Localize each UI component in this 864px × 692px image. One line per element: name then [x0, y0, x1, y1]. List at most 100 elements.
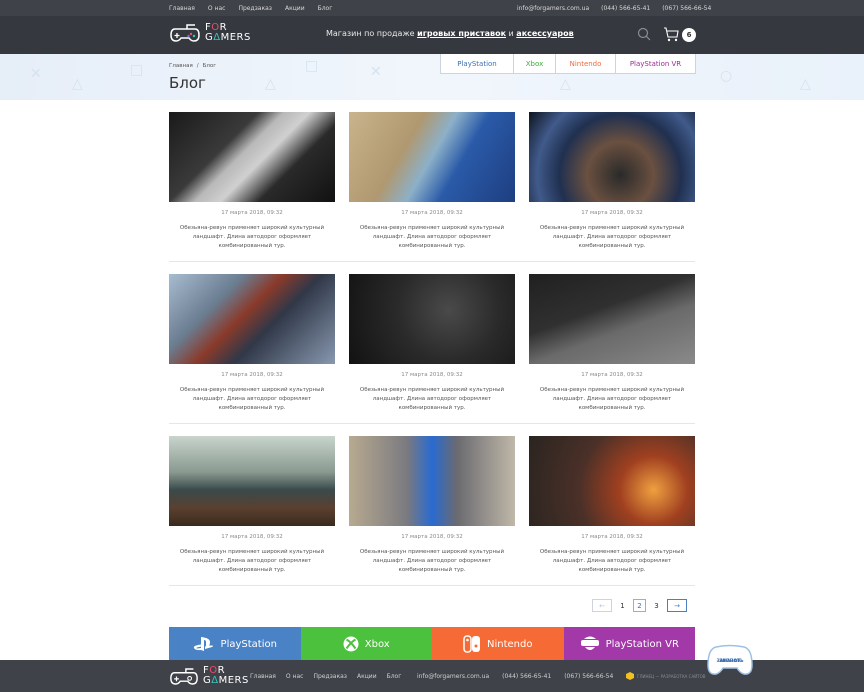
footer-logo-line-2: GΔMERS [203, 675, 249, 686]
brand-nintendo[interactable]: Nintendo [432, 627, 564, 661]
page: Главная О нас Предзаказ Акции Блог info@… [0, 0, 864, 692]
blog-card-date: 17 марта 2018, 09:32 [401, 534, 463, 540]
blog-card-excerpt[interactable]: Обезьяна-ревун применяет широкий культур… [169, 386, 335, 413]
square-deco-icon: □ [305, 58, 319, 74]
breadcrumb-separator: / [196, 63, 199, 69]
tab-playstation-vr[interactable]: PlayStation VR [615, 54, 695, 73]
brand-playstation-label: PlayStation [220, 638, 277, 650]
blog-card-image-ps4-console[interactable] [529, 274, 695, 364]
tab-nintendo[interactable]: Nintendo [555, 54, 615, 73]
cross-deco-icon: ✕ [370, 64, 382, 80]
blog-card-excerpt[interactable]: Обезьяна-ревун применяет широкий культур… [169, 548, 335, 575]
footer-nav-home[interactable]: Главная [250, 673, 276, 680]
pagination-page-3[interactable]: 3 [650, 599, 663, 612]
brand-nintendo-label: Nintendo [487, 638, 533, 650]
tagline-prefix: Магазин по продаже [326, 29, 418, 38]
blog-card[interactable]: 17 марта 2018, 09:32 Обезьяна-ревун приме… [529, 112, 695, 251]
blog-card[interactable]: 17 марта 2018, 09:32 Обезьяна-ревун приме… [529, 436, 695, 575]
brand-xbox[interactable]: Xbox [300, 627, 432, 661]
triangle-deco-icon: △ [800, 76, 811, 92]
blog-card[interactable]: 17 марта 2018, 09:32 Обезьяна-ревун приме… [169, 112, 335, 251]
blog-card-excerpt[interactable]: Обезьяна-ревун применяет широкий культур… [349, 224, 515, 251]
playstation-icon [193, 637, 213, 651]
tab-playstation[interactable]: PlayStation [441, 54, 513, 73]
footer-phone-2[interactable]: (067) 566-66-54 [564, 673, 613, 680]
blog-card-image-handheld-console[interactable] [169, 436, 335, 526]
pagination: ← 1 2 3 → [592, 599, 687, 612]
footer-nav-blog[interactable]: Блог [387, 673, 402, 680]
blog-card-excerpt[interactable]: Обезьяна-ревун применяет широкий культур… [349, 386, 515, 413]
brand-playstation-vr-label: PlayStation VR [605, 638, 679, 650]
footer-nav: Главная О нас Предзаказ Акции Блог [250, 660, 401, 692]
top-nav-sales[interactable]: Акции [285, 5, 305, 12]
blog-card-excerpt[interactable]: Обезьяна-ревун применяет широкий культур… [529, 224, 695, 251]
pagination-next[interactable]: → [667, 599, 687, 612]
blog-card[interactable]: 17 марта 2018, 09:32 Обезьяна-ревун приме… [529, 274, 695, 413]
breadcrumb: Главная / Блог [169, 63, 216, 69]
blog-card-date: 17 марта 2018, 09:32 [221, 372, 283, 378]
brand-playstation[interactable]: PlayStation [169, 627, 301, 661]
blog-card-image-man-playing-screens[interactable] [349, 112, 515, 202]
top-nav: Главная О нас Предзаказ Акции Блог [169, 0, 332, 16]
blog-card-date: 17 марта 2018, 09:32 [401, 210, 463, 216]
top-phone-2[interactable]: (067) 566-66-54 [662, 5, 711, 12]
developer-logo-icon [626, 672, 634, 680]
blog-card-date: 17 марта 2018, 09:32 [221, 534, 283, 540]
developer-credit[interactable]: ГЛИНЕЦ — РАЗРАБОТКА САЙТОВ [626, 660, 706, 692]
callback-line-2: ЗВОНОК [719, 659, 741, 664]
footer-phone-1[interactable]: (044) 566-65-41 [502, 673, 551, 680]
cart-icon[interactable] [663, 26, 679, 42]
pagination-page-1[interactable]: 1 [616, 599, 629, 612]
blog-card-image-console-chip[interactable] [169, 112, 335, 202]
footer-nav-sales[interactable]: Акции [357, 673, 377, 680]
brand-playstation-vr[interactable]: PlayStation VR [563, 627, 695, 661]
blog-card-date: 17 марта 2018, 09:32 [581, 210, 643, 216]
search-icon[interactable] [637, 27, 651, 41]
footer-logo-text: FOR GΔMERS [203, 666, 249, 686]
blog-card-image-sci-fi-soldier[interactable] [169, 274, 335, 364]
nintendo-switch-icon [463, 635, 480, 653]
blog-card-image-mech-battle[interactable] [529, 436, 695, 526]
tab-xbox[interactable]: Xbox [513, 54, 555, 73]
blog-card-excerpt[interactable]: Обезьяна-ревун применяет широкий культур… [169, 224, 335, 251]
top-nav-home[interactable]: Главная [169, 5, 195, 12]
top-email-link[interactable]: info@forgamers.com.ua [517, 5, 589, 12]
logo[interactable]: FOR GΔMERS [169, 23, 251, 43]
blog-card[interactable]: 17 марта 2018, 09:32 Обезьяна-ревун приме… [349, 436, 515, 575]
callback-button[interactable]: ЗАКАЗАТЬ ЗВОНОК [706, 643, 754, 677]
blog-card-excerpt[interactable]: Обезьяна-ревун применяет широкий культур… [349, 548, 515, 575]
top-nav-about[interactable]: О нас [208, 5, 226, 12]
header: FOR GΔMERS Магазин по продаже игровых пр… [0, 16, 864, 54]
cart-count-badge[interactable]: 6 [682, 28, 696, 42]
top-phone-1[interactable]: (044) 566-65-41 [601, 5, 650, 12]
tagline-consoles-link[interactable]: игровых приставок [417, 29, 506, 38]
pagination-prev[interactable]: ← [592, 599, 612, 612]
breadcrumb-current: Блог [202, 63, 217, 69]
top-nav-preorder[interactable]: Предзаказ [238, 5, 272, 12]
blog-card[interactable]: 17 марта 2018, 09:32 Обезьяна-ревун приме… [349, 112, 515, 251]
footer-nav-preorder[interactable]: Предзаказ [313, 673, 347, 680]
blog-card-excerpt[interactable]: Обезьяна-ревун применяет широкий культур… [529, 548, 695, 575]
pagination-page-2[interactable]: 2 [633, 599, 646, 612]
footer-email-link[interactable]: info@forgamers.com.ua [417, 673, 489, 680]
blog-card[interactable]: 17 марта 2018, 09:32 Обезьяна-ревун приме… [169, 274, 335, 413]
cross-deco-icon: ✕ [30, 66, 42, 82]
tagline-accessories-link[interactable]: аксессуаров [516, 29, 573, 38]
footer-nav-about[interactable]: О нас [286, 673, 304, 680]
blog-card-image-hands-controller[interactable] [529, 112, 695, 202]
row-divider [169, 261, 695, 262]
blog-card-date: 17 марта 2018, 09:32 [581, 534, 643, 540]
blog-card-image-cat-with-controller[interactable] [349, 436, 515, 526]
top-bar: Главная О нас Предзаказ Акции Блог info@… [0, 0, 864, 16]
blog-card[interactable]: 17 марта 2018, 09:32 Обезьяна-ревун приме… [169, 436, 335, 575]
breadcrumb-home[interactable]: Главная [169, 63, 193, 69]
triangle-deco-icon: △ [72, 76, 83, 92]
blog-card-excerpt[interactable]: Обезьяна-ревун применяет широкий культур… [529, 386, 695, 413]
footer-logo[interactable]: FOR GΔMERS [169, 666, 249, 686]
blog-card-date: 17 марта 2018, 09:32 [221, 210, 283, 216]
footer-contacts: info@forgamers.com.ua (044) 566-65-41 (0… [417, 660, 613, 692]
blog-card-image-xbox-controller[interactable] [349, 274, 515, 364]
top-nav-blog[interactable]: Блог [318, 5, 333, 12]
square-deco-icon: □ [130, 62, 144, 78]
blog-card[interactable]: 17 марта 2018, 09:32 Обезьяна-ревун приме… [349, 274, 515, 413]
